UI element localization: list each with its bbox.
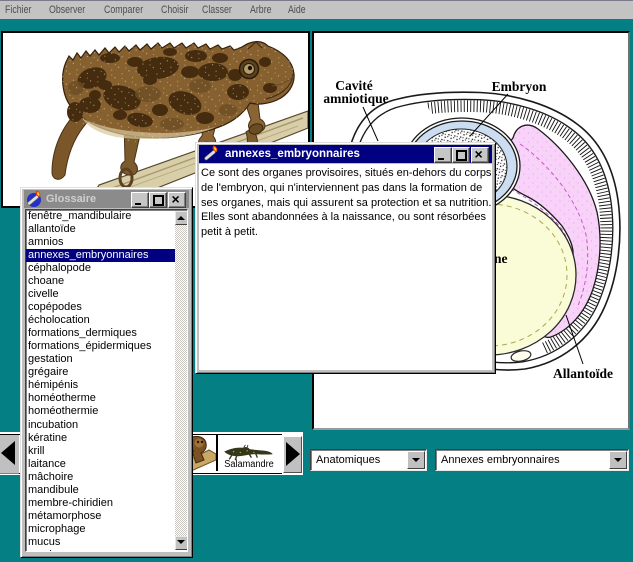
svg-text:ne: ne — [494, 251, 508, 266]
svg-text:Embryon: Embryon — [492, 79, 547, 94]
svg-text:amniotique: amniotique — [323, 91, 388, 106]
svg-text:Allantoïde: Allantoïde — [553, 366, 613, 381]
